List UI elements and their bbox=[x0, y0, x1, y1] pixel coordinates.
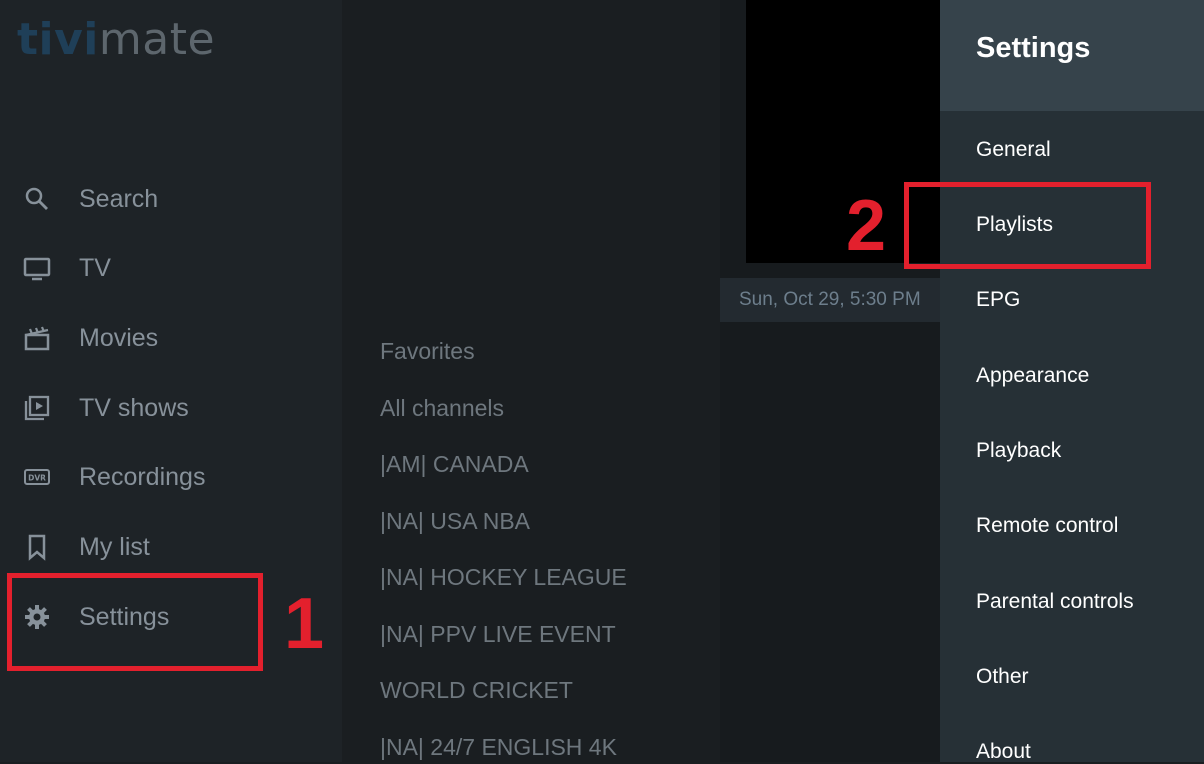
svg-text:DVR: DVR bbox=[28, 474, 46, 483]
sidebar-item-label: Recordings bbox=[79, 462, 206, 491]
sidebar-item-label: TV shows bbox=[79, 393, 189, 422]
search-icon bbox=[23, 185, 51, 213]
settings-item-other[interactable]: Other bbox=[976, 665, 1029, 689]
sidebar-item-search[interactable]: Search bbox=[0, 174, 342, 224]
tv-icon bbox=[23, 254, 51, 282]
settings-item-about[interactable]: About bbox=[976, 740, 1031, 764]
step-number-1: 1 bbox=[284, 584, 325, 664]
step-number-2: 2 bbox=[846, 186, 887, 266]
datetime-text: Sun, Oct 29, 5:30 PM bbox=[739, 289, 921, 310]
category-item[interactable]: |NA| 24/7 ENGLISH 4K bbox=[380, 734, 617, 761]
logo-part-mate: mate bbox=[98, 14, 216, 65]
settings-item-appearance[interactable]: Appearance bbox=[976, 364, 1089, 388]
logo-part-tivi: tivi bbox=[17, 14, 99, 65]
clapperboard-icon bbox=[23, 324, 51, 352]
sidebar-item-label: Search bbox=[79, 184, 159, 213]
app-logo: tivimate bbox=[17, 14, 215, 65]
sidebar-item-tv-shows[interactable]: TV shows bbox=[0, 383, 342, 433]
settings-header: Settings bbox=[940, 0, 1204, 111]
sidebar-item-tv[interactable]: TV bbox=[0, 243, 342, 293]
highlight-box-playlists bbox=[904, 182, 1151, 269]
settings-panel: Settings General Playlists EPG Appearanc… bbox=[940, 0, 1204, 764]
bookmark-icon bbox=[23, 533, 51, 561]
settings-item-playback[interactable]: Playback bbox=[976, 439, 1061, 463]
category-item[interactable]: All channels bbox=[380, 395, 504, 422]
play-library-icon bbox=[23, 394, 51, 422]
content-area: Sun, Oct 29, 5:30 PM bbox=[720, 0, 940, 762]
settings-title: Settings bbox=[976, 32, 1091, 64]
dvr-icon: DVR bbox=[23, 463, 51, 491]
sidebar-item-movies[interactable]: Movies bbox=[0, 313, 342, 363]
sidebar-item-label: Movies bbox=[79, 323, 159, 352]
settings-item-epg[interactable]: EPG bbox=[976, 288, 1020, 312]
category-item[interactable]: |NA| PPV LIVE EVENT bbox=[380, 621, 616, 648]
settings-item-parental-controls[interactable]: Parental controls bbox=[976, 590, 1134, 614]
category-list: Favorites All channels |AM| CANADA |NA| … bbox=[342, 0, 720, 762]
sidebar-item-label: My list bbox=[79, 532, 150, 561]
sidebar-item-recordings[interactable]: DVR Recordings bbox=[0, 452, 342, 502]
sidebar-item-my-list[interactable]: My list bbox=[0, 522, 342, 572]
settings-item-general[interactable]: General bbox=[976, 138, 1051, 162]
datetime-bar: Sun, Oct 29, 5:30 PM bbox=[720, 278, 940, 322]
category-item[interactable]: |NA| USA NBA bbox=[380, 508, 530, 535]
category-item[interactable]: |AM| CANADA bbox=[380, 451, 529, 478]
category-item[interactable]: WORLD CRICKET bbox=[380, 677, 573, 704]
category-item[interactable]: Favorites bbox=[380, 338, 475, 365]
highlight-box-settings bbox=[7, 573, 263, 671]
category-item[interactable]: |NA| HOCKEY LEAGUE bbox=[380, 564, 627, 591]
settings-item-remote-control[interactable]: Remote control bbox=[976, 514, 1118, 538]
sidebar-item-label: TV bbox=[79, 253, 111, 282]
